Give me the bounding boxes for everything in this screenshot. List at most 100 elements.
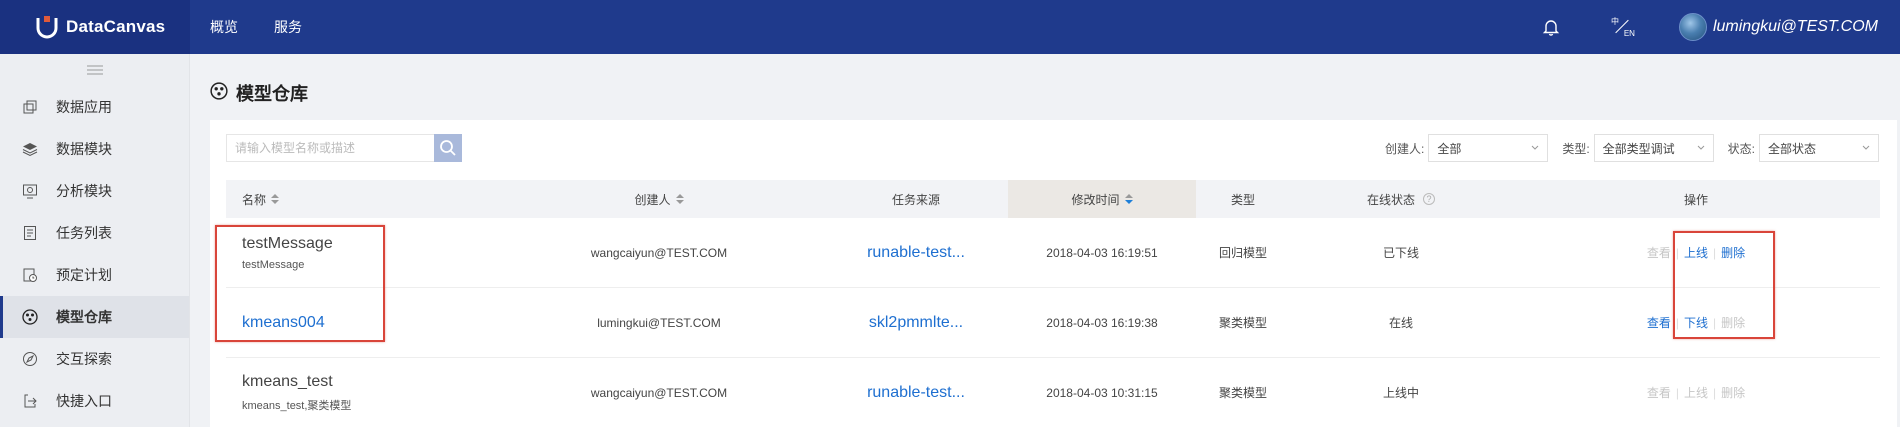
sidebar: 数据应用 数据模块 分析模块 任务列表 预定计划 模型仓库 交互探索 快捷入口 [0, 54, 190, 427]
type-cell: 聚类模型 [1218, 386, 1267, 400]
language-switch-icon[interactable]: 中 EN [1609, 14, 1635, 40]
creator-cell: lumingkui@TEST.COM [597, 315, 721, 330]
delete-button[interactable]: 删除 [1721, 384, 1745, 401]
top-bar: DataCanvas 概览 服务 中 EN lumingkui@TEST.COM [0, 0, 1900, 54]
time-cell: 2018-04-03 16:19:38 [1046, 315, 1158, 330]
name-cell: kmeans_test kmeans_test,聚类模型 [226, 358, 494, 427]
sidebar-item-model-repo[interactable]: 模型仓库 [0, 296, 189, 338]
col-source-label: 任务来源 [891, 192, 940, 207]
search-button[interactable] [434, 134, 462, 162]
sidebar-item-schedule[interactable]: 预定计划 [0, 254, 189, 296]
logo-icon [34, 14, 60, 40]
model-repo-icon [22, 309, 38, 325]
chevron-down-icon [1862, 145, 1870, 150]
col-creator[interactable]: 创建人 [494, 180, 824, 218]
col-source: 任务来源 [824, 180, 1008, 218]
task-list-icon [22, 225, 38, 241]
view-button[interactable]: 查看 [1647, 384, 1671, 401]
action-divider: | [1713, 385, 1717, 400]
top-nav: 概览 服务 [210, 17, 302, 37]
highlight-box-actions [1673, 231, 1775, 339]
chevron-down-icon [1531, 145, 1539, 150]
status-select[interactable]: 全部状态 [1759, 134, 1879, 162]
help-icon[interactable]: ? [1423, 193, 1435, 205]
nav-services[interactable]: 服务 [274, 17, 302, 37]
col-creator-label: 创建人 [634, 192, 671, 207]
col-name[interactable]: 名称 [226, 180, 494, 218]
sort-icon [271, 194, 280, 204]
creator-cell: wangcaiyun@TEST.COM [590, 385, 728, 400]
actions-cell: 查看 | 上线 | 删除 [1512, 358, 1880, 427]
table-row: kmeans_test kmeans_test,聚类模型 wangcaiyun@… [226, 358, 1880, 427]
creator-cell: wangcaiyun@TEST.COM [590, 245, 728, 260]
nav-overview[interactable]: 概览 [210, 17, 238, 37]
col-name-label: 名称 [242, 192, 267, 207]
col-type-label: 类型 [1230, 192, 1255, 207]
schedule-icon [22, 267, 38, 283]
col-actions: 操作 [1512, 180, 1880, 218]
brand[interactable]: DataCanvas [0, 0, 190, 54]
col-actions-label: 操作 [1683, 192, 1708, 207]
sidebar-item-data-module[interactable]: 数据模块 [0, 128, 189, 170]
sidebar-item-label: 任务列表 [56, 225, 112, 241]
col-status-label: 在线状态 [1366, 192, 1415, 207]
highlight-box-names [215, 225, 385, 342]
model-desc: kmeans_test,聚类模型 [242, 399, 352, 412]
sidebar-item-label: 模型仓库 [56, 309, 112, 325]
search-input[interactable] [226, 134, 434, 162]
user-name[interactable]: lumingkui@TEST.COM [1713, 18, 1878, 36]
type-cell: 聚类模型 [1218, 316, 1267, 330]
menu-collapse-icon[interactable] [0, 54, 189, 86]
sidebar-item-label: 快捷入口 [56, 393, 112, 409]
sidebar-item-label: 交互探索 [56, 351, 112, 367]
view-button[interactable]: 查看 [1647, 244, 1671, 261]
page-title-text: 模型仓库 [236, 84, 308, 104]
online-button[interactable]: 上线 [1684, 384, 1708, 401]
source-link[interactable]: runable-test... [867, 384, 965, 402]
status-cell: 上线中 [1382, 386, 1419, 400]
col-type: 类型 [1196, 180, 1290, 218]
source-link[interactable]: skl2pmmlte... [869, 314, 963, 332]
search-box [226, 134, 462, 162]
view-button[interactable]: 查看 [1647, 314, 1671, 331]
type-cell: 回归模型 [1218, 246, 1267, 260]
sidebar-item-shortcut[interactable]: 快捷入口 [0, 380, 189, 422]
time-cell: 2018-04-03 10:31:15 [1046, 385, 1158, 400]
table-row: testMessage testMessage wangcaiyun@TEST.… [226, 218, 1880, 288]
sidebar-item-label: 预定计划 [56, 267, 112, 283]
shortcut-icon [22, 393, 38, 409]
creator-filter-label: 创建人: [1384, 141, 1425, 156]
layers-icon [22, 141, 38, 157]
sidebar-item-explore[interactable]: 交互探索 [0, 338, 189, 380]
sidebar-item-data-app[interactable]: 数据应用 [0, 86, 189, 128]
source-link[interactable]: runable-test... [867, 244, 965, 262]
creator-select-value: 全部 [1437, 141, 1462, 156]
avatar[interactable] [1678, 13, 1707, 41]
model-name[interactable]: kmeans_test [242, 373, 333, 391]
creator-select[interactable]: 全部 [1428, 134, 1549, 162]
col-modified-time[interactable]: 修改时间 [1008, 180, 1196, 218]
table-row: kmeans004 lumingkui@TEST.COM skl2pmmlte.… [226, 288, 1880, 358]
col-online-status: 在线状态 ? [1290, 180, 1512, 218]
sort-icon [1124, 194, 1133, 204]
source-cell: skl2pmmlte... [824, 288, 1008, 358]
sidebar-item-label: 数据模块 [56, 141, 112, 157]
col-time-label: 修改时间 [1071, 192, 1120, 207]
time-cell: 2018-04-03 16:19:51 [1046, 245, 1158, 260]
sidebar-item-label: 分析模块 [56, 183, 112, 199]
model-list-panel: 创建人: 全部 类型: 全部类型调试 状态: 全部状态 名称 创建人 任务来源 [210, 120, 1897, 427]
status-cell: 已下线 [1382, 246, 1419, 260]
status-cell: 在线 [1388, 316, 1413, 330]
sidebar-item-task-list[interactable]: 任务列表 [0, 212, 189, 254]
source-cell: runable-test... [824, 358, 1008, 427]
bell-icon[interactable] [1541, 17, 1561, 37]
lang-en: EN [1623, 29, 1635, 38]
type-select[interactable]: 全部类型调试 [1593, 134, 1714, 162]
chevron-down-icon [1697, 145, 1705, 150]
search-icon [440, 140, 456, 156]
source-cell: runable-test... [824, 218, 1008, 288]
top-right-area: 中 EN lumingkui@TEST.COM [1541, 0, 1878, 54]
sidebar-item-analysis[interactable]: 分析模块 [0, 170, 189, 212]
status-filter-label: 状态: [1727, 141, 1755, 156]
explore-icon [22, 351, 38, 367]
